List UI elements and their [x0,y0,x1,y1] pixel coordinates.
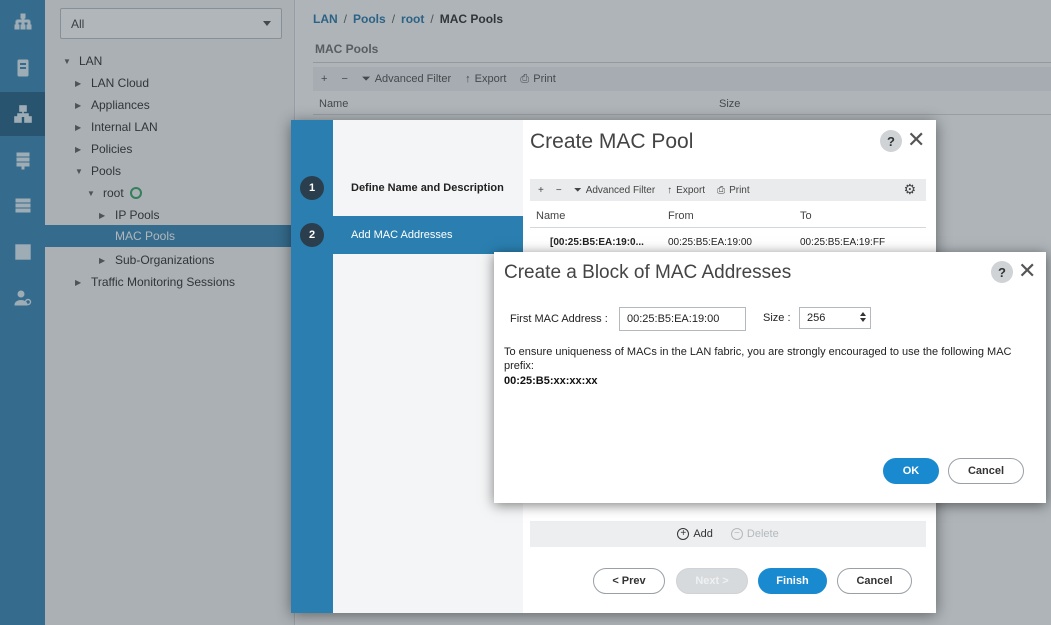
finish-button[interactable]: Finish [758,568,827,594]
print-button[interactable]: ⎙ Print [717,185,750,196]
delete-label: Delete [746,528,779,540]
add-delete-bar: + Add − Delete [530,521,926,547]
step-number: 2 [300,223,324,247]
export-label: Export [676,184,706,196]
wizard-toolbar: + − ⏷ Advanced Filter ↑ Export ⎙ Print ⚙ [530,179,926,201]
wizard-step-1[interactable]: 1 Define Name and Description [291,169,523,207]
remove-icon: − [555,184,562,196]
export-button[interactable]: ↑ Export [667,185,705,196]
row-name: [00:25:B5:EA:19:0... [550,237,644,248]
step-label: Define Name and Description [351,182,504,194]
wizard-title: Create MAC Pool [530,130,694,153]
help-icon[interactable]: ? [880,130,902,152]
size-stepper[interactable]: 256 [799,307,871,329]
export-icon: ↑ [667,184,673,196]
step-number: 1 [300,176,324,200]
size-label: Size : [763,312,791,324]
table-row[interactable]: [00:25:B5:EA:19:0... 00:25:B5:EA:19:00 0… [530,232,926,254]
row-to: 00:25:B5:EA:19:FF [800,237,886,248]
step-label: Add MAC Addresses [351,229,453,241]
delete-block-button[interactable]: − Delete [730,528,779,540]
wizard-table-header: Name From To [530,206,926,228]
wizard-step-2[interactable]: 2 Add MAC Addresses [291,216,523,254]
prev-button[interactable]: < Prev [593,568,665,594]
first-mac-value: 00:25:B5:EA:19:00 [627,313,720,325]
column-name[interactable]: Name [536,210,565,222]
help-icon[interactable]: ? [991,261,1013,283]
mac-prefix: 00:25:B5:xx:xx:xx [504,375,598,387]
add-label: Add [693,528,713,540]
add-block-button[interactable]: + Add [677,528,713,540]
delete-circle-icon: − [730,528,743,540]
spinner-icon[interactable] [860,312,866,322]
column-from[interactable]: From [668,210,694,222]
ok-button[interactable]: OK [883,458,939,484]
advanced-filter-label: Advanced Filter [585,184,656,196]
next-button[interactable]: Next > [676,568,748,594]
first-mac-label: First MAC Address : [510,313,608,325]
row-from: 00:25:B5:EA:19:00 [668,237,752,248]
close-icon[interactable]: ✕ [907,129,925,151]
gear-icon[interactable]: ⚙ [903,181,916,198]
create-block-dialog: Create a Block of MAC Addresses ? ✕ Firs… [494,252,1046,503]
close-icon[interactable]: ✕ [1018,260,1036,282]
size-value: 256 [807,312,826,324]
advanced-filter-button[interactable]: ⏷ Advanced Filter [574,185,655,196]
wizard-steps-panel: 1 Define Name and Description 2 Add MAC … [291,120,523,613]
column-to[interactable]: To [800,210,812,222]
filter-icon: ⏷ [573,184,582,196]
remove-button[interactable]: − [556,185,562,196]
add-button[interactable]: + [538,185,544,196]
add-icon: + [538,184,544,196]
add-circle-icon: + [677,528,690,540]
wizard-cancel-button[interactable]: Cancel [837,568,912,594]
dialog-title: Create a Block of MAC Addresses [504,262,792,283]
first-mac-input[interactable]: 00:25:B5:EA:19:00 [619,307,746,331]
print-icon: ⎙ [717,184,726,196]
cancel-button[interactable]: Cancel [948,458,1024,484]
print-label: Print [729,184,750,196]
uniqueness-message: To ensure uniqueness of MACs in the LAN … [504,346,1012,372]
